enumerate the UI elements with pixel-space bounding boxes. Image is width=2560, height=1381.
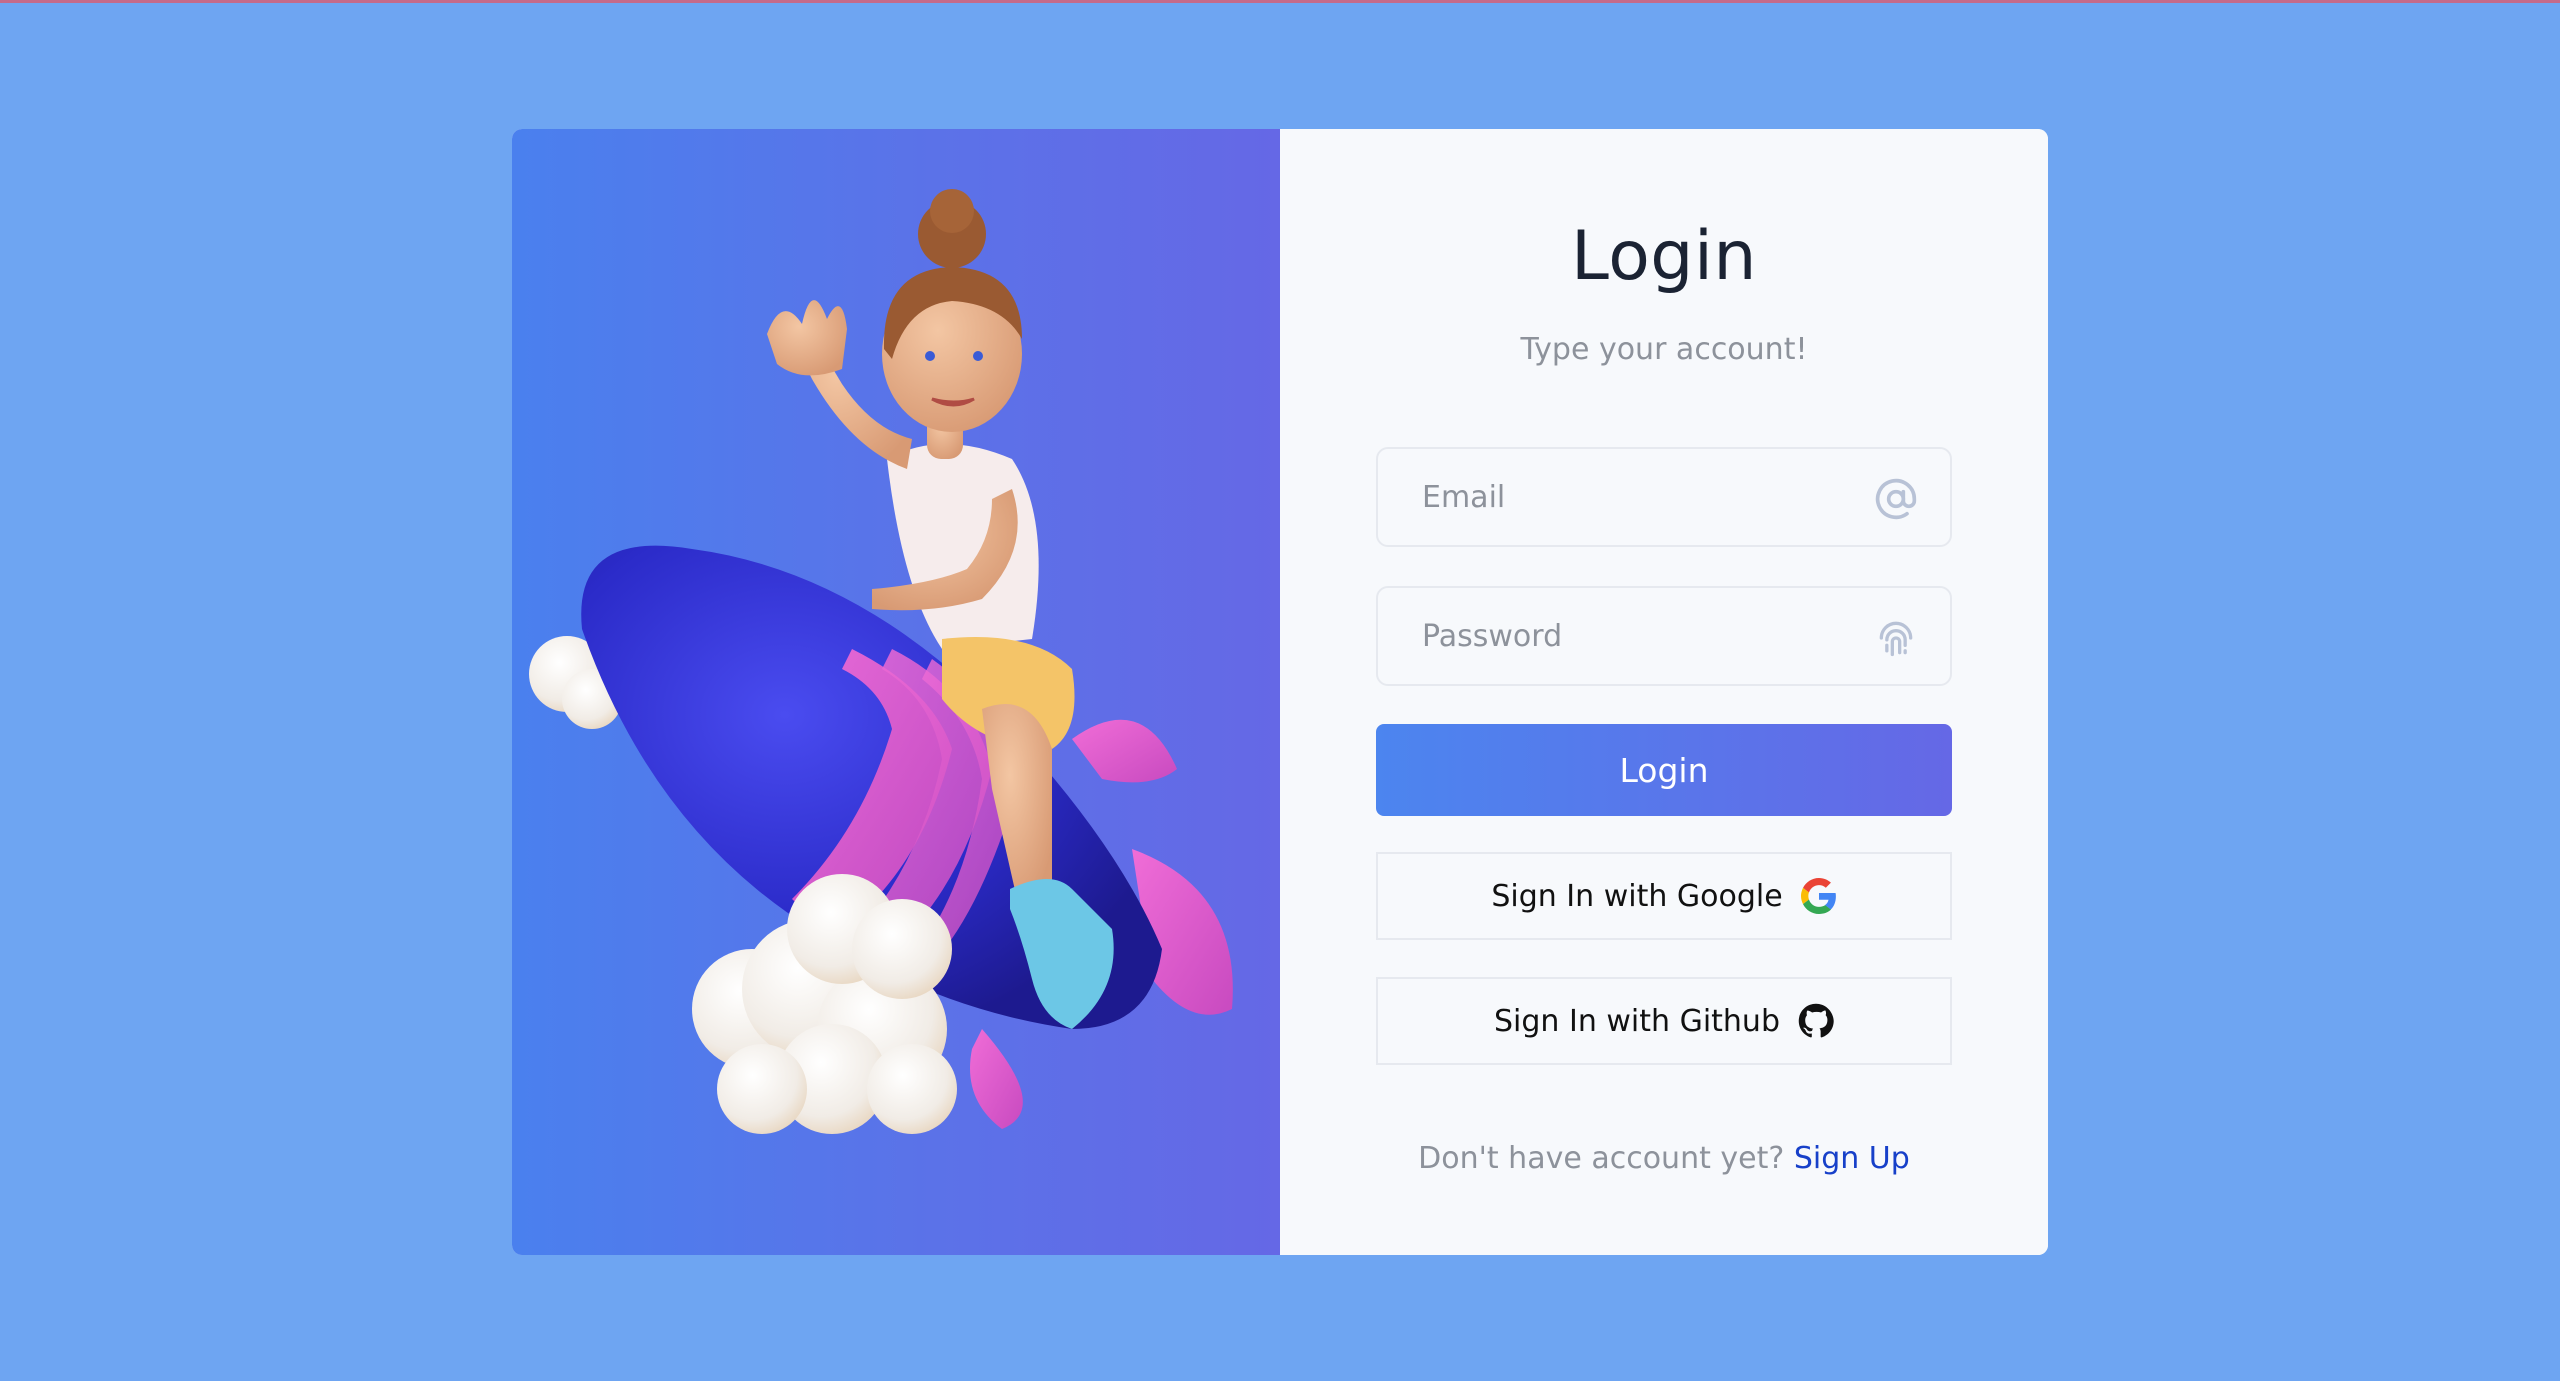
rocket-girl-illustration	[529, 189, 1233, 1134]
page-title: Login	[1571, 217, 1757, 296]
login-card: Login Type your account! Login Sign In w…	[512, 129, 2048, 1255]
password-field[interactable]	[1376, 586, 1952, 686]
github-button-label: Sign In with Github	[1494, 1003, 1780, 1039]
email-field[interactable]	[1376, 447, 1952, 547]
github-icon	[1798, 1003, 1834, 1038]
email-input[interactable]	[1420, 478, 1864, 516]
google-button-label: Sign In with Google	[1491, 878, 1783, 914]
fingerprint-icon	[1879, 621, 1913, 657]
signup-link[interactable]: Sign Up	[1794, 1141, 1910, 1176]
at-sign-icon	[1875, 478, 1917, 520]
github-signin-button[interactable]: Sign In with Github	[1376, 977, 1952, 1065]
signup-prompt: Don't have account yet? Sign Up	[1280, 1141, 2048, 1176]
illustration-panel	[512, 129, 1280, 1255]
google-icon	[1800, 878, 1836, 914]
login-button[interactable]: Login	[1376, 724, 1952, 816]
signup-prompt-text: Don't have account yet?	[1418, 1141, 1785, 1176]
top-accent-line	[0, 0, 2560, 3]
login-form-panel: Login Type your account! Login Sign In w…	[1280, 129, 2048, 1255]
page-subtitle: Type your account!	[1520, 332, 1808, 367]
google-signin-button[interactable]: Sign In with Google	[1376, 852, 1952, 940]
password-input[interactable]	[1420, 617, 1864, 655]
